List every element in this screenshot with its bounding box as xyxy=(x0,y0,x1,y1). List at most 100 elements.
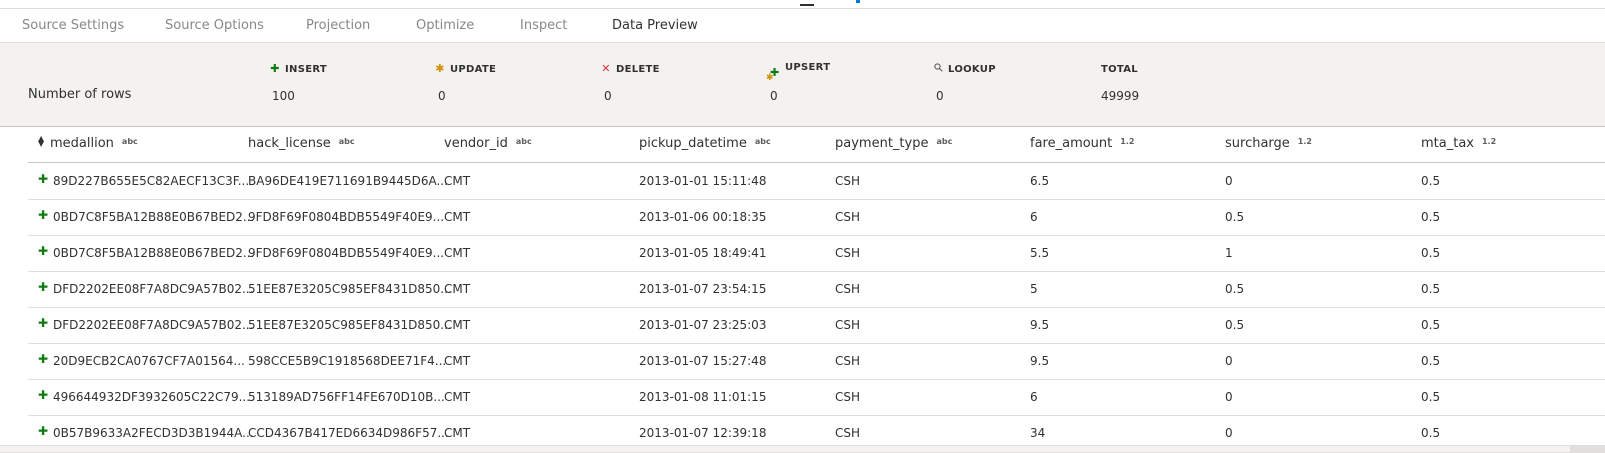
cell-fare-amount: 6 xyxy=(1030,210,1038,224)
cell-fare-amount: 9.5 xyxy=(1030,318,1050,332)
toolbar-fragment xyxy=(800,4,814,6)
cell-payment-type: CSH xyxy=(835,354,861,368)
column-header-pickup-datetime[interactable]: pickup_datetime abc xyxy=(639,136,771,151)
column-header-medallion[interactable]: ▲ ▼ medallion abc xyxy=(38,135,138,152)
cell-medallion: 20D9ECB2CA0767CF7A01564... xyxy=(53,354,245,368)
column-header-fare-amount[interactable]: fare_amount 1.2 xyxy=(1030,136,1134,151)
row-count-summary: Number of rows ✚ INSERT 100 ✱ UPDATE 0 ✕ DE… xyxy=(0,43,1605,127)
string-type-icon: abc xyxy=(338,137,355,146)
lookup-header: LOOKUP xyxy=(933,62,996,75)
insert-row-icon: ✚ xyxy=(38,244,49,258)
update-count: 0 xyxy=(438,89,446,103)
tab-data-preview[interactable]: Data Preview xyxy=(612,18,698,33)
scrollbar-thumb[interactable] xyxy=(0,446,1570,452)
cell-payment-type: CSH xyxy=(835,390,861,404)
sort-icon[interactable]: ▲ ▼ xyxy=(38,135,47,148)
cell-vendor-id: CMT xyxy=(444,318,471,332)
cell-payment-type: CSH xyxy=(835,174,861,188)
cell-mta-tax: 0.5 xyxy=(1421,246,1441,260)
table-row: ✚ 89D227B655E5C82AECF13C3F... BA96DE419E… xyxy=(28,163,1605,200)
cell-surcharge: 0.5 xyxy=(1225,210,1245,224)
x-icon: ✕ xyxy=(601,62,611,75)
cell-fare-amount: 6.5 xyxy=(1030,174,1050,188)
column-header-surcharge[interactable]: surcharge 1.2 xyxy=(1225,136,1312,151)
column-header-vendor-id[interactable]: vendor_id abc xyxy=(444,136,532,151)
tab-source-settings[interactable]: Source Settings xyxy=(22,18,124,33)
insert-row-icon: ✚ xyxy=(38,352,49,366)
upsert-header: ✱ ✚ UPSERT xyxy=(766,62,831,83)
cell-mta-tax: 0.5 xyxy=(1421,426,1441,440)
cell-surcharge: 0 xyxy=(1225,354,1233,368)
cell-vendor-id: CMT xyxy=(444,426,471,440)
column-header-payment-type[interactable]: payment_type abc xyxy=(835,136,952,151)
cell-fare-amount: 5.5 xyxy=(1030,246,1050,260)
column-header-mta-tax[interactable]: mta_tax 1.2 xyxy=(1421,136,1496,151)
cell-vendor-id: CMT xyxy=(444,354,471,368)
asterisk-icon: ✱ xyxy=(435,62,445,75)
cell-pickup-datetime: 2013-01-07 12:39:18 xyxy=(639,426,767,440)
number-of-rows-label: Number of rows xyxy=(28,87,132,102)
cell-fare-amount: 6 xyxy=(1030,390,1038,404)
cell-hack-license: BA96DE419E711691B9445D6A... xyxy=(248,174,448,188)
cell-payment-type: CSH xyxy=(835,318,861,332)
cell-mta-tax: 0.5 xyxy=(1421,354,1441,368)
cell-vendor-id: CMT xyxy=(444,174,471,188)
cell-pickup-datetime: 2013-01-07 15:27:48 xyxy=(639,354,767,368)
delete-header: ✕ DELETE xyxy=(601,62,660,75)
cell-vendor-id: CMT xyxy=(444,282,471,296)
insert-row-icon: ✚ xyxy=(38,388,49,402)
tab-inspect[interactable]: Inspect xyxy=(520,18,567,33)
cell-surcharge: 1 xyxy=(1225,246,1233,260)
column-header-hack-license[interactable]: hack_license abc xyxy=(248,136,355,151)
table-row: ✚ 496644932DF3932605C22C79... 513189AD75… xyxy=(28,379,1605,416)
plus-icon: ✚ xyxy=(270,62,280,75)
cell-payment-type: CSH xyxy=(835,426,861,440)
top-toolbar-strip xyxy=(0,0,1605,9)
cell-fare-amount: 5 xyxy=(1030,282,1038,296)
tab-optimize[interactable]: Optimize xyxy=(416,18,474,33)
cell-medallion: 0BD7C8F5BA12B88E0B67BED2... xyxy=(53,246,255,260)
table-row: ✚ 0BD7C8F5BA12B88E0B67BED2... 9FD8F69F08… xyxy=(28,235,1605,272)
cell-medallion: DFD2202EE08F7A8DC9A57B02... xyxy=(53,282,254,296)
cell-medallion: 89D227B655E5C82AECF13C3F... xyxy=(53,174,250,188)
cell-payment-type: CSH xyxy=(835,246,861,260)
cell-medallion: 0B57B9633A2FECD3D3B1944A... xyxy=(53,426,254,440)
cell-hack-license: 51EE87E3205C985EF8431D850... xyxy=(248,282,452,296)
toolbar-fragment xyxy=(856,0,860,3)
tab-source-options[interactable]: Source Options xyxy=(165,18,264,33)
table-row: ✚ 0BD7C8F5BA12B88E0B67BED2... 9FD8F69F08… xyxy=(28,199,1605,236)
cell-pickup-datetime: 2013-01-07 23:25:03 xyxy=(639,318,767,332)
tab-projection[interactable]: Projection xyxy=(306,18,370,33)
search-icon xyxy=(933,62,943,75)
cell-mta-tax: 0.5 xyxy=(1421,210,1441,224)
delete-count: 0 xyxy=(604,89,612,103)
cell-mta-tax: 0.5 xyxy=(1421,282,1441,296)
cell-pickup-datetime: 2013-01-06 00:18:35 xyxy=(639,210,767,224)
insert-count: 100 xyxy=(272,89,295,103)
update-header: ✱ UPDATE xyxy=(435,62,497,75)
lookup-count: 0 xyxy=(936,89,944,103)
string-type-icon: abc xyxy=(515,137,532,146)
decimal-type-icon: 1.2 xyxy=(1120,137,1135,146)
cell-pickup-datetime: 2013-01-01 15:11:48 xyxy=(639,174,767,188)
cell-hack-license: 51EE87E3205C985EF8431D850... xyxy=(248,318,452,332)
cell-hack-license: 9FD8F69F0804BDB5549F40E9... xyxy=(248,210,445,224)
insert-header: ✚ INSERT xyxy=(270,62,327,75)
cell-surcharge: 0.5 xyxy=(1225,318,1245,332)
table-row: ✚ 20D9ECB2CA0767CF7A01564... 598CCE5B9C1… xyxy=(28,343,1605,380)
cell-surcharge: 0 xyxy=(1225,426,1233,440)
string-type-icon: abc xyxy=(121,137,138,146)
tab-bar: Source Settings Source Options Projectio… xyxy=(0,9,1605,49)
horizontal-scrollbar[interactable] xyxy=(0,445,1605,453)
cell-medallion: 0BD7C8F5BA12B88E0B67BED2... xyxy=(53,210,255,224)
string-type-icon: abc xyxy=(936,137,953,146)
insert-row-icon: ✚ xyxy=(38,208,49,222)
total-count: 49999 xyxy=(1101,89,1140,103)
cell-vendor-id: CMT xyxy=(444,390,471,404)
insert-row-icon: ✚ xyxy=(38,280,49,294)
cell-hack-license: 513189AD756FF14FE670D10B... xyxy=(248,390,445,404)
cell-medallion: DFD2202EE08F7A8DC9A57B02... xyxy=(53,318,254,332)
cell-payment-type: CSH xyxy=(835,282,861,296)
cell-surcharge: 0 xyxy=(1225,390,1233,404)
insert-row-icon: ✚ xyxy=(38,316,49,330)
